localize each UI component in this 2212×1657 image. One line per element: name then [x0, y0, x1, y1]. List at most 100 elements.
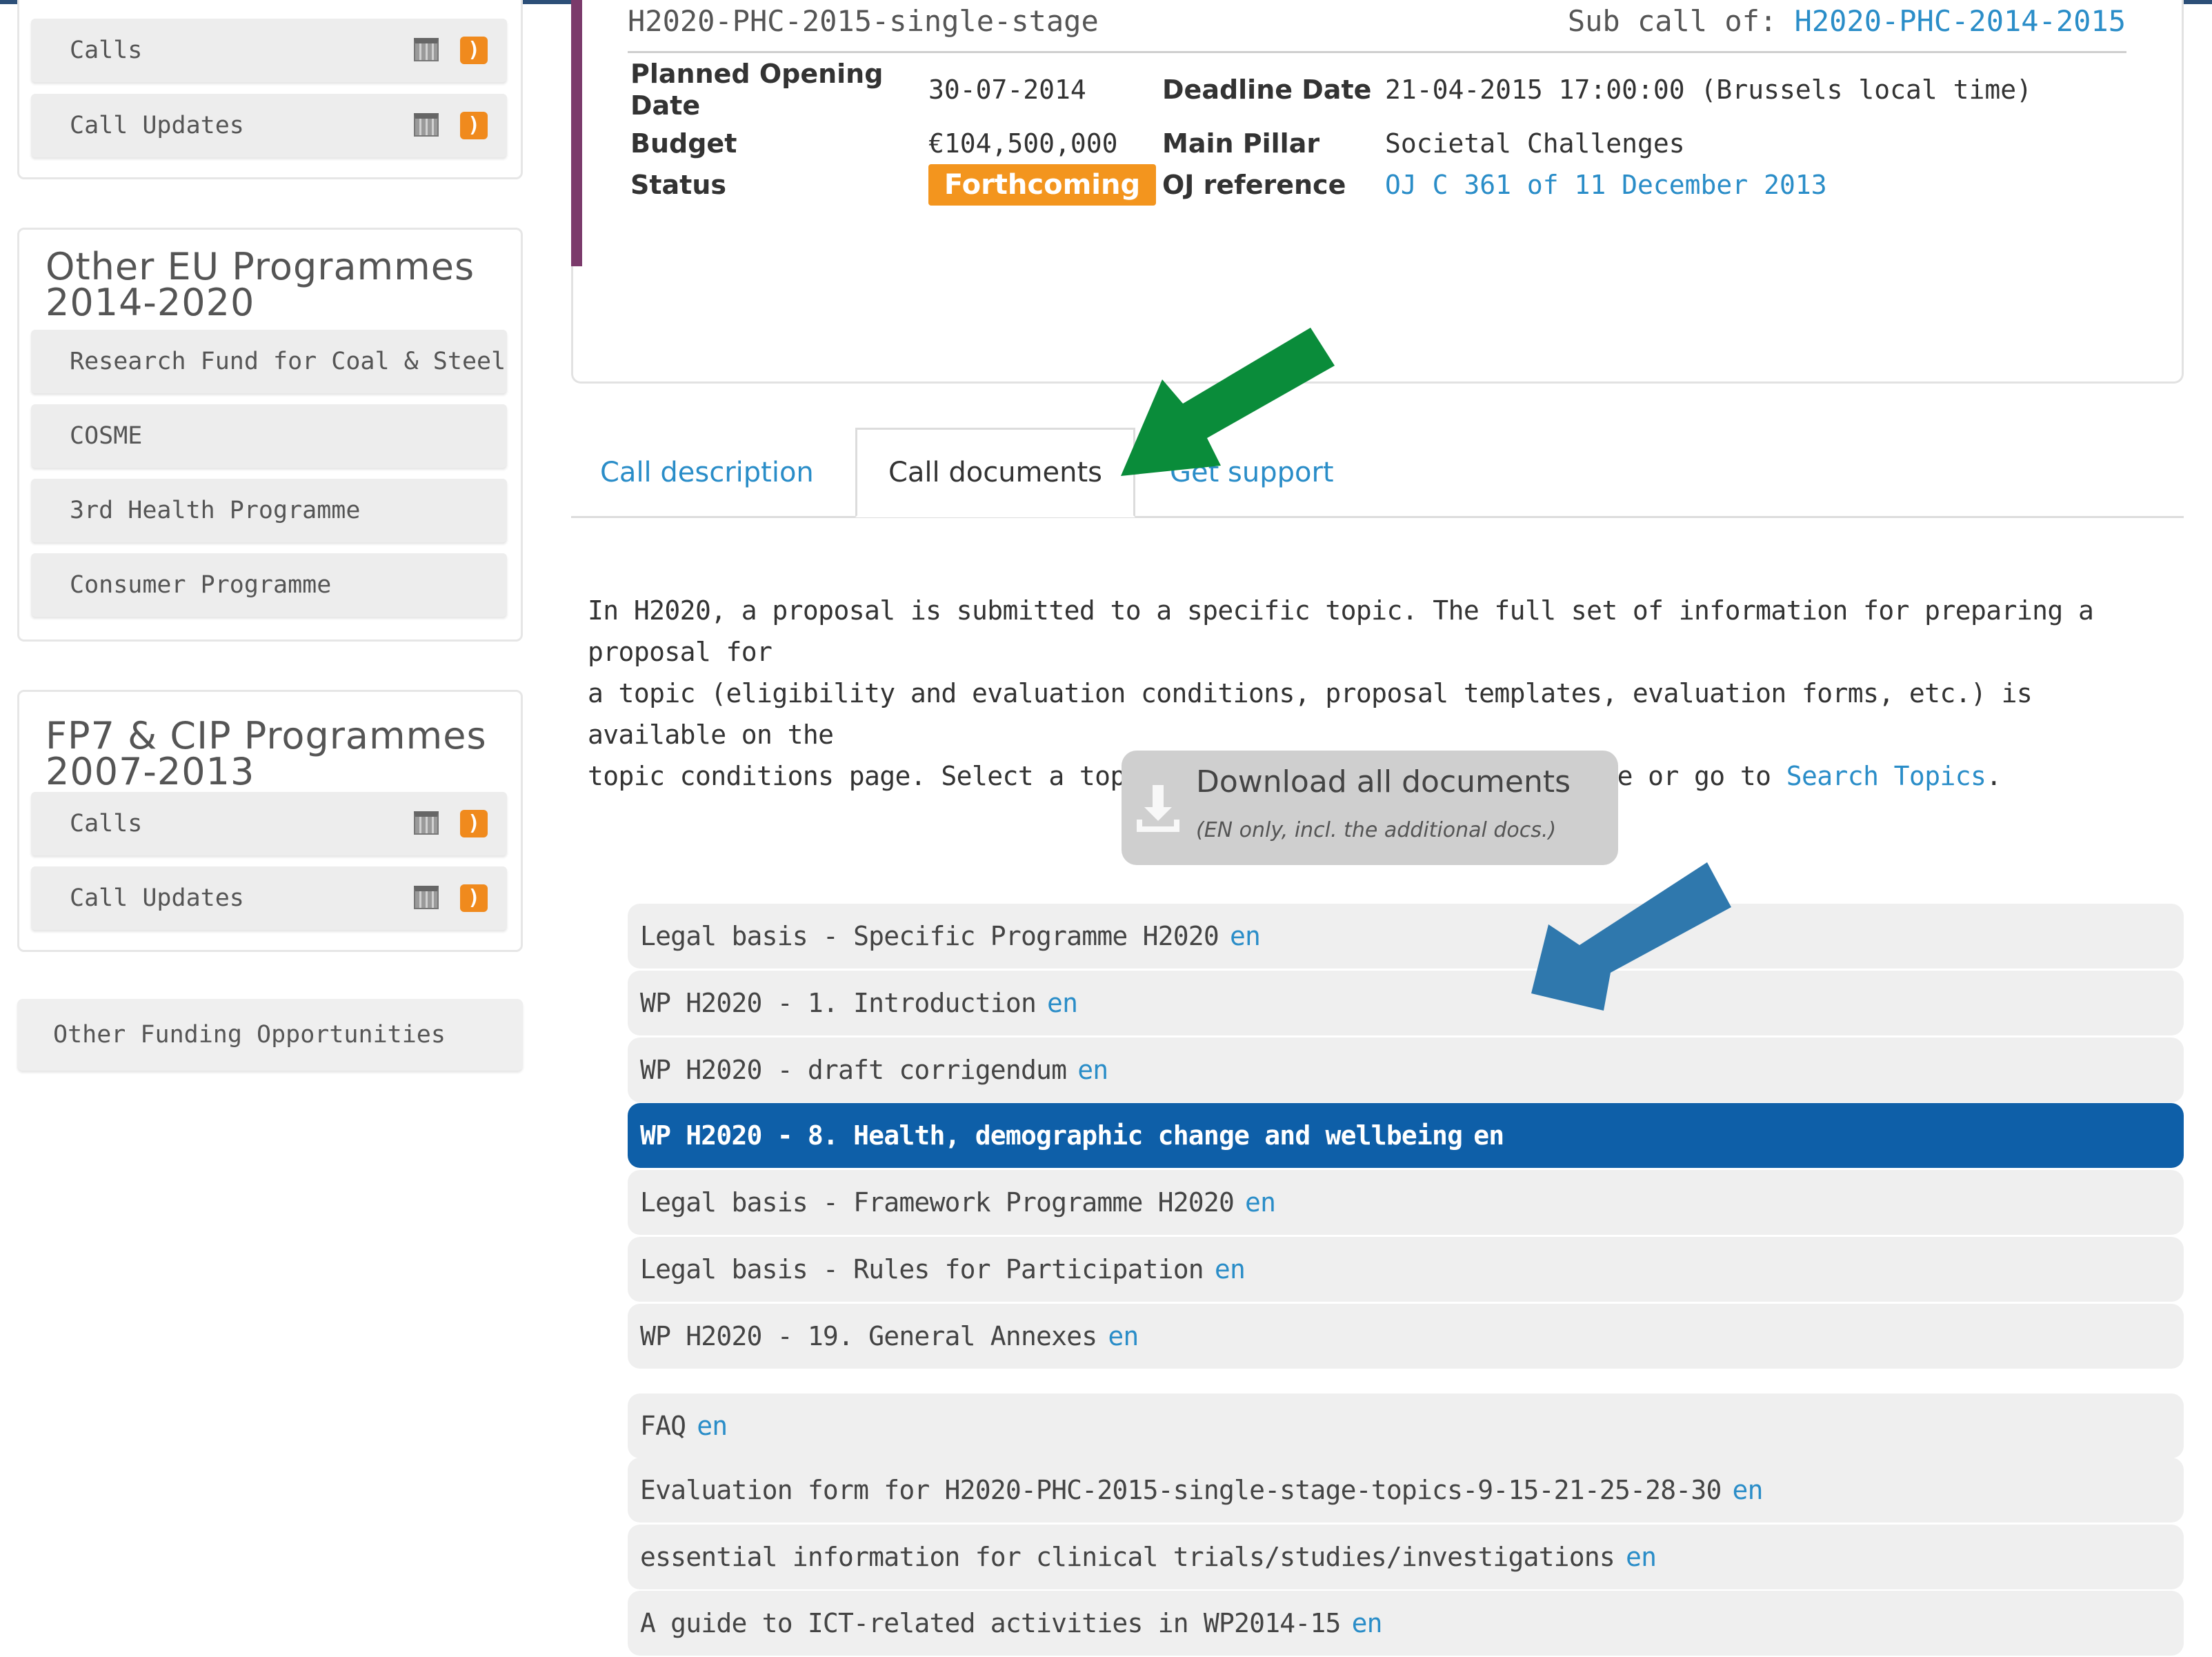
document-title: A guide to ICT-related activities in WP2…	[640, 1608, 1341, 1638]
sidebar-item-cosme[interactable]: COSME	[31, 404, 507, 468]
calendar-icon[interactable]	[414, 38, 439, 61]
document-language-link[interactable]: en	[1215, 1254, 1246, 1284]
green-arrow-annotation	[1121, 328, 1335, 476]
sidebar-item-label: Call Updates	[70, 112, 244, 139]
document-title: Legal basis - Specific Programme H2020	[640, 921, 1219, 951]
sidebar-item-label: Other Funding Opportunities	[53, 1021, 446, 1049]
additional-document-row[interactable]: A guide to ICT-related activities in WP2…	[628, 1591, 2184, 1656]
sidebar-item-other-funding[interactable]: Other Funding Opportunities	[17, 999, 523, 1071]
description-line: a topic (eligibility and evaluation cond…	[588, 678, 2033, 750]
rss-icon[interactable]: )	[460, 112, 488, 139]
document-title: Evaluation form for H2020-PHC-2015-singl…	[640, 1475, 1722, 1505]
document-title: WP H2020 - 8. Health, demographic change…	[640, 1120, 1463, 1151]
document-language-link[interactable]: en	[1473, 1120, 1504, 1151]
tab-label: Call documents	[888, 457, 1103, 488]
document-row[interactable]: WP H2020 - draft corrigendum en	[628, 1038, 2184, 1102]
panel-title: Other EU Programmes 2014-2020	[46, 245, 475, 324]
budget-label: Budget	[630, 128, 737, 159]
document-title: WP H2020 - 19. General Annexes	[640, 1321, 1097, 1351]
document-language-link[interactable]: en	[1077, 1055, 1108, 1085]
tab-call-documents[interactable]: Call documents	[855, 428, 1135, 517]
document-title: Legal basis - Rules for Participation	[640, 1254, 1204, 1284]
calls-panel: Calls ) Call Updates )	[17, 0, 523, 179]
document-title: WP H2020 - draft corrigendum	[640, 1055, 1067, 1085]
document-language-link[interactable]: en	[1626, 1542, 1657, 1572]
document-language-link[interactable]: en	[1245, 1187, 1276, 1218]
additional-document-row[interactable]: FAQ en	[628, 1393, 2184, 1458]
blue-arrow-annotation	[1531, 862, 1731, 1011]
opening-date-value: 30-07-2014	[928, 75, 1086, 105]
document-language-link[interactable]: en	[1733, 1475, 1764, 1505]
subcall-label: Sub call of:	[1567, 4, 1777, 38]
rss-icon[interactable]: )	[460, 37, 488, 64]
sidebar-item-research-fund[interactable]: Research Fund for Coal & Steel	[31, 330, 507, 393]
document-title: FAQ	[640, 1411, 686, 1441]
sidebar-item-label: COSME	[70, 422, 143, 450]
call-accent-bar	[571, 0, 582, 266]
search-topics-link[interactable]: Search Topics	[1786, 761, 1986, 791]
sidebar-item-fp7-call-updates[interactable]: Call Updates )	[31, 866, 507, 930]
sidebar-item-label: Research Fund for Coal & Steel	[70, 348, 506, 375]
subcall-link[interactable]: H2020-PHC-2014-2015	[1795, 4, 2126, 38]
additional-document-row[interactable]: Evaluation form for H2020-PHC-2015-singl…	[628, 1458, 2184, 1522]
main-pillar-label: Main Pillar	[1162, 128, 1320, 159]
deadline-value: 21-04-2015 17:00:00 (Brussels local time…	[1385, 75, 2032, 105]
document-row[interactable]: Legal basis - Specific Programme H2020 e…	[628, 904, 2184, 969]
download-subtitle: (EN only, incl. the additional docs.)	[1196, 818, 1557, 842]
sidebar-item-label: Calls	[70, 810, 143, 837]
download-title: Download all documents	[1196, 764, 1571, 800]
document-title: essential information for clinical trial…	[640, 1542, 1615, 1572]
document-row[interactable]: WP H2020 - 1. Introduction en	[628, 971, 2184, 1035]
sidebar-item-calls[interactable]: Calls )	[31, 19, 507, 82]
download-all-button[interactable]: Download all documents (EN only, incl. t…	[1122, 751, 1618, 865]
download-icon	[1137, 785, 1179, 832]
sidebar-item-label: 3rd Health Programme	[70, 497, 361, 524]
subcall-info: Sub call of: H2020-PHC-2014-2015	[1568, 4, 2126, 38]
sidebar-item-consumer-programme[interactable]: Consumer Programme	[31, 553, 507, 617]
document-row[interactable]: WP H2020 - 19. General Annexes en	[628, 1304, 2184, 1369]
call-identifier: H2020-PHC-2015-single-stage	[628, 4, 1099, 38]
oj-reference-label: OJ reference	[1162, 170, 1346, 200]
budget-value: €104,500,000	[928, 128, 1118, 159]
sidebar-item-health-programme[interactable]: 3rd Health Programme	[31, 479, 507, 542]
main-pillar-value: Societal Challenges	[1385, 128, 1685, 159]
document-language-link[interactable]: en	[1352, 1608, 1383, 1638]
other-eu-programmes-panel: Other EU Programmes 2014-2020 Research F…	[17, 228, 523, 642]
document-row[interactable]: Legal basis - Rules for Participation en	[628, 1237, 2184, 1302]
document-title: WP H2020 - 1. Introduction	[640, 988, 1037, 1018]
status-label: Status	[630, 170, 727, 200]
rss-icon[interactable]: )	[460, 810, 488, 837]
panel-title-line: 2007-2013	[46, 750, 255, 793]
tab-call-description[interactable]: Call description	[600, 428, 828, 517]
document-row[interactable]: Legal basis - Framework Programme H2020 …	[628, 1170, 2184, 1235]
panel-title-line: FP7 & CIP Programmes	[46, 714, 487, 757]
description-text: .	[1986, 761, 2002, 791]
opening-date-label: Planned Opening Date	[630, 58, 883, 121]
calendar-icon[interactable]	[414, 113, 439, 137]
sidebar-item-label: Call Updates	[70, 884, 244, 912]
label-line: Planned Opening	[630, 59, 884, 89]
document-language-link[interactable]: en	[697, 1411, 728, 1441]
panel-title: FP7 & CIP Programmes 2007-2013	[46, 714, 487, 793]
sidebar-item-call-updates[interactable]: Call Updates )	[31, 94, 507, 157]
document-title: Legal basis - Framework Programme H2020	[640, 1187, 1235, 1218]
document-language-link[interactable]: en	[1108, 1321, 1139, 1351]
sidebar-item-label: Consumer Programme	[70, 571, 332, 599]
oj-reference-link[interactable]: OJ C 361 of 11 December 2013	[1385, 170, 1827, 200]
rss-icon[interactable]: )	[460, 884, 488, 912]
calendar-icon[interactable]	[414, 886, 439, 909]
calendar-icon[interactable]	[414, 811, 439, 835]
document-row-selected[interactable]: WP H2020 - 8. Health, demographic change…	[628, 1103, 2184, 1168]
document-language-link[interactable]: en	[1047, 988, 1078, 1018]
deadline-label: Deadline Date	[1162, 75, 1372, 105]
sidebar-item-fp7-calls[interactable]: Calls )	[31, 792, 507, 855]
divider	[628, 51, 2126, 53]
document-language-link[interactable]: en	[1230, 921, 1261, 951]
panel-title-line: Other EU Programmes	[46, 245, 475, 288]
additional-document-row[interactable]: essential information for clinical trial…	[628, 1525, 2184, 1589]
sidebar-item-label: Calls	[70, 37, 143, 64]
tab-label: Call description	[600, 457, 814, 488]
status-badge: Forthcoming	[928, 164, 1156, 206]
panel-title-line: 2014-2020	[46, 281, 255, 324]
description-line: In H2020, a proposal is submitted to a s…	[588, 595, 2094, 667]
